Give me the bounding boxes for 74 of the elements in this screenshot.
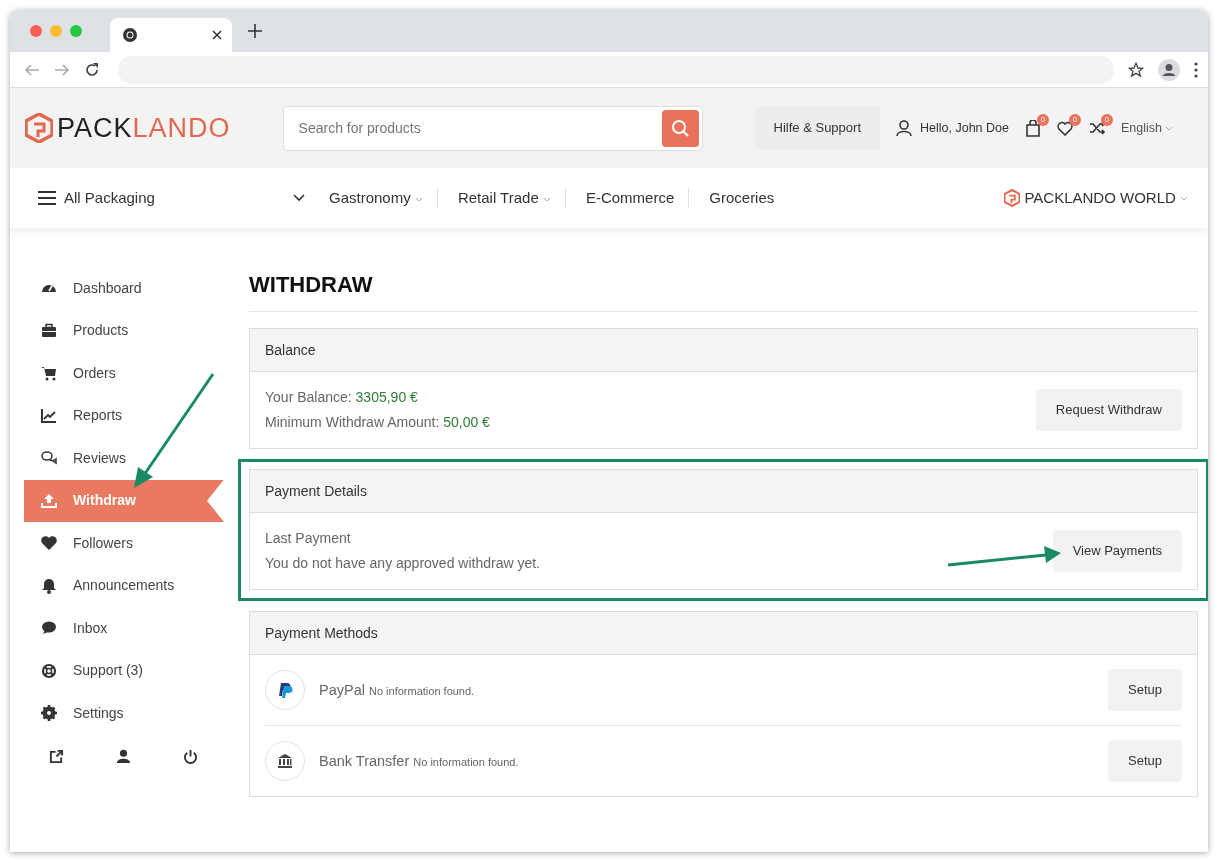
power-icon[interactable]: [183, 748, 198, 764]
heart-icon[interactable]: [1056, 119, 1073, 137]
paypal-icon: [277, 682, 293, 698]
upload-icon: [41, 492, 57, 509]
browser-icon: [122, 27, 138, 43]
logo-text: PACKLANDO: [57, 111, 231, 145]
cart-icon: [41, 365, 57, 382]
category-menu-button[interactable]: All Packaging: [64, 186, 155, 210]
logo[interactable]: PACKLANDO: [25, 107, 231, 149]
card-header: Payment Methods: [250, 612, 1197, 655]
caret-icon: [542, 196, 551, 202]
chat-icon: [41, 620, 57, 637]
sidebar-item[interactable]: Support (3): [24, 649, 224, 692]
nav-link[interactable]: PACKLANDO WORLD: [1024, 186, 1188, 210]
search-field[interactable]: Search for products: [282, 105, 703, 151]
page-title: WITHDRAW: [249, 268, 1198, 312]
balance-line: Minimum Withdraw Amount: 50,00 €: [265, 413, 490, 432]
bank-icon: [277, 753, 293, 769]
reload-icon[interactable]: [84, 61, 100, 78]
user-icon[interactable]: [116, 748, 131, 764]
search-icon: [671, 119, 690, 137]
star-icon[interactable]: [1128, 61, 1144, 78]
nav-link[interactable]: Retail Trade: [436, 188, 565, 208]
language-selector[interactable]: English: [1120, 118, 1174, 138]
view-payments-button[interactable]: View Payments: [1052, 530, 1182, 572]
profile-icon[interactable]: [1158, 58, 1180, 81]
external-link-icon[interactable]: [49, 748, 64, 764]
chevron-down-icon[interactable]: [293, 194, 305, 202]
comments-icon: [41, 450, 57, 467]
nav-link[interactable]: Groceries: [688, 188, 789, 208]
chart-icon: [41, 407, 57, 424]
account-link[interactable]: Hello, John Doe: [920, 118, 1009, 138]
payment-method-label: Bank Transfer No information found.: [319, 752, 520, 771]
setup-button[interactable]: Setup: [1108, 740, 1182, 782]
sidebar-item[interactable]: Reviews: [24, 437, 224, 480]
section-label: Last Payment: [265, 529, 352, 548]
sidebar-item[interactable]: Inbox: [24, 607, 224, 650]
sidebar-item[interactable]: Reports: [24, 394, 224, 437]
briefcase-icon: [41, 322, 57, 339]
sidebar-item[interactable]: Settings: [24, 692, 224, 735]
caret-icon: [414, 196, 423, 202]
user-icon: [896, 119, 912, 137]
setup-button[interactable]: Setup: [1108, 669, 1182, 711]
card-header: Balance: [250, 329, 1197, 372]
card-header: Payment Details: [250, 470, 1197, 513]
count-badge: 0: [1068, 113, 1081, 126]
sidebar-item[interactable]: Followers: [24, 522, 224, 565]
empty-message: You do not have any approved withdraw yet.: [265, 554, 540, 573]
caret-icon: [1165, 125, 1174, 131]
sidebar-item[interactable]: Products: [24, 309, 224, 352]
close-icon[interactable]: [212, 30, 222, 40]
help-button[interactable]: Hilfe & Support: [754, 107, 880, 149]
logo-icon: [1004, 189, 1021, 207]
request-withdraw-button[interactable]: Request Withdraw: [1035, 389, 1182, 431]
sidebar-item[interactable]: Orders: [24, 352, 224, 395]
balance-line: Your Balance: 3305,90 €: [265, 388, 419, 407]
menu-icon[interactable]: [1194, 61, 1198, 78]
browser-tab[interactable]: [110, 18, 232, 52]
menu-icon[interactable]: [38, 191, 56, 205]
lifebuoy-icon: [41, 662, 57, 679]
caret-icon: [1180, 196, 1188, 202]
settings-icon: [41, 705, 57, 722]
nav-link[interactable]: Gastronomy: [329, 188, 437, 208]
count-badge: 0: [1100, 113, 1113, 126]
heart-icon: [41, 535, 57, 552]
nav-link[interactable]: E-Commerce: [564, 188, 689, 208]
bell-icon: [41, 577, 57, 594]
logo-icon: [25, 113, 53, 143]
new-tab-icon[interactable]: [248, 24, 262, 38]
payment-method-label: PayPal No information found.: [319, 681, 476, 700]
sidebar-item[interactable]: Announcements: [24, 564, 224, 607]
count-badge: 0: [1036, 113, 1049, 126]
bag-icon[interactable]: [1024, 119, 1041, 137]
sidebar-item[interactable]: Dashboard: [24, 267, 224, 310]
